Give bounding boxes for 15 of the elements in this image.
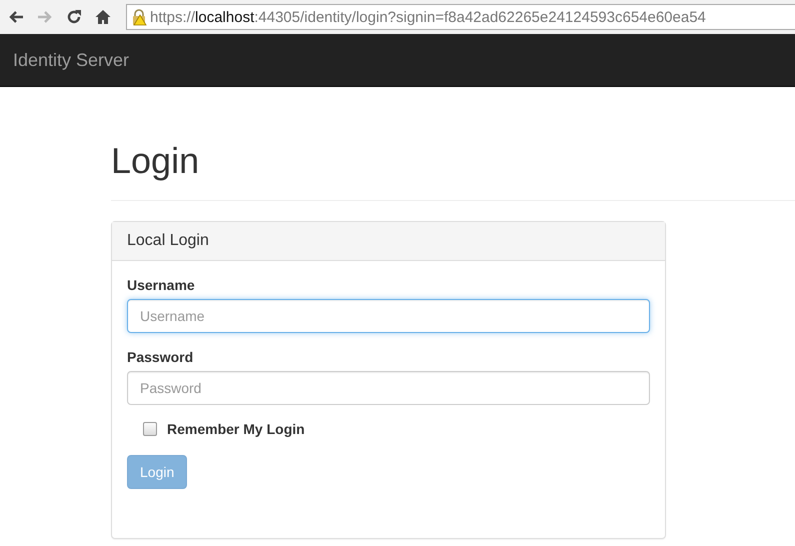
- panel-title: Local Login: [127, 232, 209, 250]
- page-heading: Login: [111, 139, 200, 183]
- field-label: Password: [127, 349, 194, 365]
- home-icon[interactable]: [95, 9, 111, 25]
- address-bar[interactable]: https://localhost:44305/identity/login?signin=f8a42ad62265e24124593c654e60ea54: [126, 4, 795, 30]
- lock-warning-icon: [131, 8, 147, 26]
- brand-link[interactable]: Identity Server: [13, 50, 130, 70]
- back-icon[interactable]: [8, 10, 24, 24]
- checkbox-label[interactable]: Remember My Login: [167, 421, 305, 437]
- input-field[interactable]: Password: [127, 371, 650, 405]
- reload-icon[interactable]: [66, 9, 82, 25]
- url-text: https://localhost:44305/identity/login?signin=f8a42ad62265e24124593c654e60ea54: [150, 8, 706, 26]
- checkbox[interactable]: [143, 422, 157, 436]
- input-field[interactable]: Username: [127, 299, 650, 333]
- field-label: Username: [127, 277, 196, 293]
